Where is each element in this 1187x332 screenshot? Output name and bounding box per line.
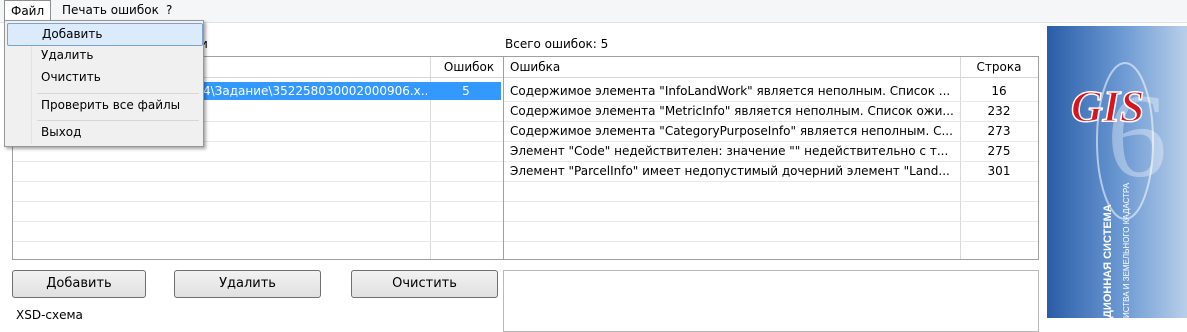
error-line-cell: 273 xyxy=(987,124,1011,138)
file-menu-dropdown: Добавить Удалить Очистить Проверить все … xyxy=(4,20,204,147)
error-line-cell: 301 xyxy=(987,164,1011,178)
error-text-cell: Элемент "ParcelInfo" имеет недопустимый … xyxy=(510,164,950,178)
error-line-cell: 16 xyxy=(991,84,1007,98)
xsd-schema-label: XSD-схема xyxy=(16,308,83,322)
logo-gis-text: GIS xyxy=(1071,82,1144,131)
menu-item-add[interactable]: Добавить xyxy=(7,23,203,46)
column-header-line[interactable]: Строка xyxy=(960,57,1038,77)
column-header-errors[interactable]: Ошибок xyxy=(439,57,499,77)
error-text-cell: Содержимое элемента "CategoryPurposeInfo… xyxy=(510,124,953,138)
menu-item-clear[interactable]: Очистить xyxy=(7,67,201,88)
error-text-cell: Элемент "Code" недействителен: значение … xyxy=(510,144,949,158)
clear-button[interactable]: Очистить xyxy=(351,270,498,298)
menu-item-exit[interactable]: Выход xyxy=(7,122,201,143)
menu-item-check-all[interactable]: Проверить все файлы xyxy=(7,95,201,116)
error-text-cell: Содержимое элемента "InfoLandWork" являе… xyxy=(510,84,951,98)
menu-print-errors[interactable]: Печать ошибок xyxy=(56,0,165,21)
errors-grid-header: Ошибка Строка xyxy=(504,57,1038,78)
errors-grid[interactable]: Ошибка Строка Содержимое элемента "InfoL… xyxy=(503,56,1039,260)
error-line-cell: 232 xyxy=(987,104,1011,118)
menu-help[interactable]: ? xyxy=(160,0,178,21)
error-text-cell: Содержимое элемента "MetricInfo" являетс… xyxy=(510,104,954,118)
error-line-cell: 275 xyxy=(987,144,1011,158)
remove-button[interactable]: Удалить xyxy=(174,270,321,298)
add-button[interactable]: Добавить xyxy=(12,270,146,298)
menu-item-remove[interactable]: Удалить xyxy=(7,45,201,66)
gis-logo: 6 GIS ДИОННАЯ СИСТЕМА ИСТВА И ЗЕМЕЛЬНОГО… xyxy=(1047,26,1187,318)
column-header-error[interactable]: Ошибка xyxy=(510,57,810,77)
errors-summary: Всего ошибок: 5 xyxy=(505,37,609,51)
file-path-cell: 4\Задание\352258030002000906.x... xyxy=(203,84,427,98)
error-details-panel[interactable] xyxy=(503,270,1039,332)
logo-line1: ДИОННАЯ СИСТЕМА xyxy=(1102,204,1114,318)
file-errors-cell: 5 xyxy=(462,84,470,98)
menu-file[interactable]: Файл xyxy=(4,0,52,22)
logo-line2: ИСТВА И ЗЕМЕЛЬНОГО КАДАСТРА xyxy=(1122,182,1131,318)
gis-logo-graphic: 6 GIS ДИОННАЯ СИСТЕМА ИСТВА И ЗЕМЕЛЬНОГО… xyxy=(1070,62,1167,318)
